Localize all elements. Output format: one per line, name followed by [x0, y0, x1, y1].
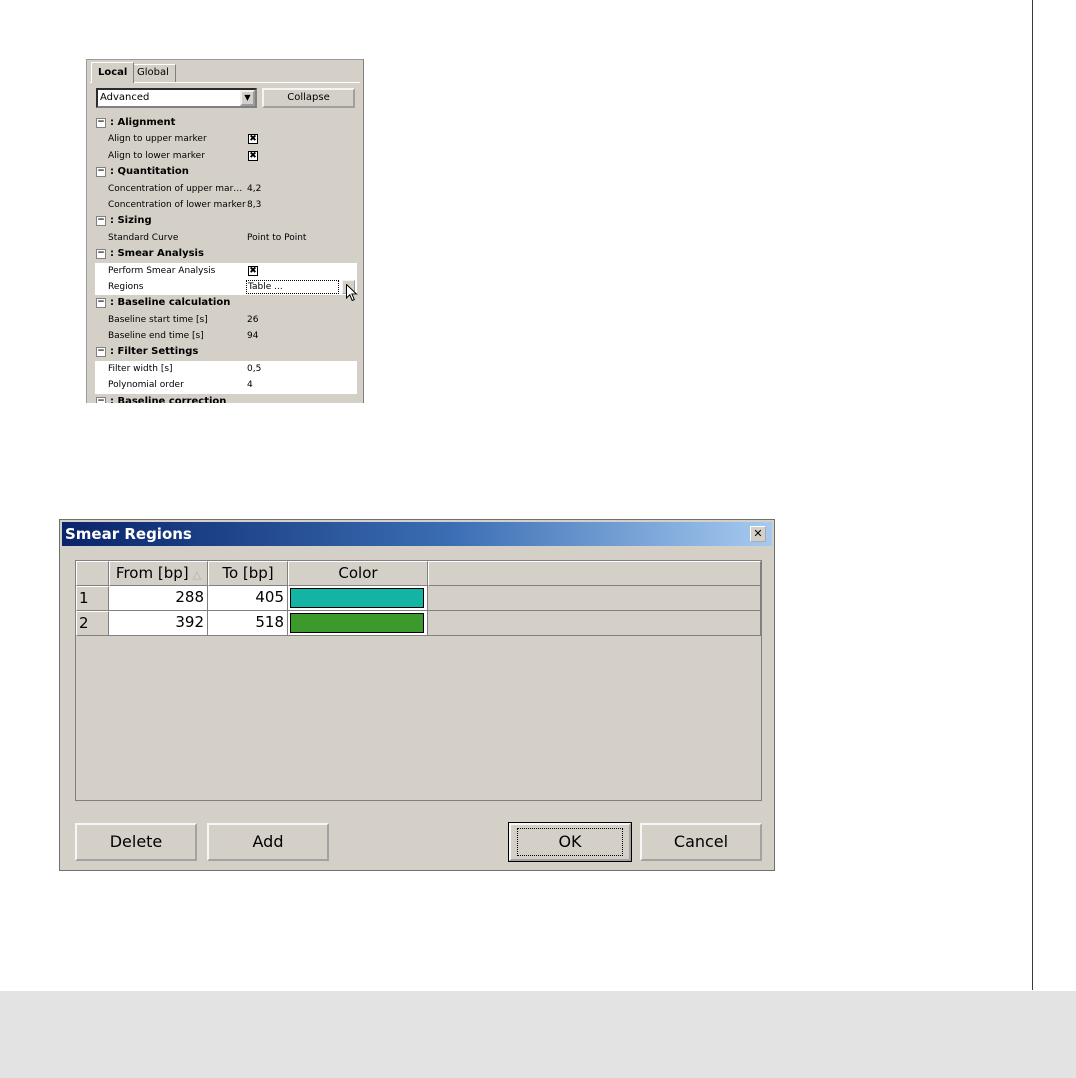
collapse-toggle-icon[interactable]: − [96, 249, 106, 260]
section-title: : Filter Settings [110, 346, 199, 358]
property-value[interactable]: 0,5 [247, 361, 261, 377]
column-header-color[interactable]: Color [288, 561, 428, 586]
mode-select-value: Advanced [100, 92, 150, 103]
section-filter-settings[interactable]: − : Filter Settings [95, 344, 357, 360]
from-cell[interactable]: 392 [109, 611, 208, 636]
page-footer-band [0, 991, 1076, 1078]
color-swatch[interactable] [290, 613, 424, 633]
section-sizing[interactable]: − : Sizing [95, 213, 357, 229]
regions-table: From [bp] △ To [bp] Color 1 288 405 2 392… [75, 560, 762, 801]
section-title: : Alignment [110, 117, 176, 128]
section-baseline-correction[interactable]: − : Baseline correction [95, 394, 357, 403]
smear-regions-dialog: Smear Regions ✕ From [bp] △ To [bp] Color… [59, 519, 775, 871]
property-row[interactable]: Concentration of upper marker 4,2 [95, 181, 357, 197]
column-header-to[interactable]: To [bp] [208, 561, 288, 586]
ok-button[interactable]: OK [508, 822, 632, 862]
column-header-from[interactable]: From [bp] △ [109, 561, 208, 586]
ok-button-label: OK [517, 828, 623, 856]
collapse-toggle-icon[interactable]: − [96, 347, 106, 358]
property-row[interactable]: Align to upper marker ✖ [95, 131, 357, 147]
to-cell[interactable]: 405 [208, 586, 288, 611]
column-header-label: From [bp] [115, 564, 189, 582]
tab-local[interactable]: Local [91, 62, 135, 83]
property-label: Concentration of lower marker [108, 199, 246, 210]
color-cell[interactable] [288, 586, 428, 611]
property-value[interactable]: 4,2 [247, 181, 261, 197]
perform-smear-checkbox[interactable]: ✖ [248, 265, 258, 276]
property-label: Align to lower marker [108, 150, 205, 161]
section-alignment[interactable]: − : Alignment [95, 115, 357, 131]
property-row[interactable]: Polynomial order 4 [95, 377, 357, 394]
dialog-title: Smear Regions [65, 525, 192, 543]
property-row[interactable]: Perform Smear Analysis ✖ [95, 262, 357, 279]
property-label: Polynomial order [108, 380, 184, 391]
property-value[interactable]: 4 [247, 377, 253, 393]
property-row[interactable]: Standard Curve Point to Point [95, 230, 357, 246]
row-filler [428, 586, 761, 611]
property-label: Filter width [s] [108, 363, 173, 374]
section-title: : Quantitation [110, 166, 189, 178]
dialog-titlebar[interactable]: Smear Regions ✕ [62, 522, 772, 546]
close-icon[interactable]: ✕ [750, 526, 766, 542]
page-divider-line [1032, 0, 1033, 990]
properties-panel: Local Global Advanced ▼ Collapse − : Ali… [86, 59, 364, 403]
collapse-toggle-icon[interactable]: − [96, 167, 106, 178]
property-row[interactable]: Baseline start time [s] 26 [95, 312, 357, 328]
property-row[interactable]: Filter width [s] 0,5 [95, 360, 357, 378]
collapse-toggle-icon[interactable]: − [96, 118, 106, 128]
sort-ascending-icon: △ [192, 568, 202, 581]
add-button[interactable]: Add [207, 823, 329, 861]
property-label: Standard Curve [108, 232, 179, 243]
property-value[interactable]: 8,3 [247, 197, 261, 213]
property-label: Align to upper marker [108, 134, 207, 145]
property-label: Perform Smear Analysis [108, 265, 216, 276]
section-baseline-calculation[interactable]: − : Baseline calculation [95, 295, 357, 311]
property-grid: − : Alignment Align to upper marker ✖ Al… [95, 115, 358, 403]
delete-button[interactable]: Delete [75, 823, 197, 861]
section-title: : Sizing [110, 215, 152, 227]
property-value[interactable]: 94 [247, 328, 258, 344]
table-corner-header [76, 561, 109, 586]
collapse-button[interactable]: Collapse [262, 88, 355, 108]
mouse-pointer-icon [346, 283, 358, 302]
regions-value-field[interactable]: Table ... [246, 279, 339, 294]
align-upper-checkbox[interactable]: ✖ [248, 134, 258, 145]
property-label: Concentration of upper marker [108, 183, 246, 194]
property-label: Baseline start time [s] [108, 314, 208, 325]
chevron-down-icon[interactable]: ▼ [240, 90, 255, 106]
mode-select[interactable]: Advanced ▼ [96, 88, 257, 108]
color-swatch[interactable] [290, 588, 424, 608]
to-cell[interactable]: 518 [208, 611, 288, 636]
collapse-toggle-icon[interactable]: − [96, 298, 106, 309]
tab-global[interactable]: Global [130, 64, 176, 82]
property-row[interactable]: Align to lower marker ✖ [95, 148, 357, 164]
property-row[interactable]: Baseline end time [s] 94 [95, 328, 357, 344]
property-value[interactable]: 26 [247, 312, 258, 328]
collapse-toggle-icon[interactable]: − [96, 396, 106, 403]
from-cell[interactable]: 288 [109, 586, 208, 611]
row-header[interactable]: 2 [76, 611, 109, 636]
cancel-button[interactable]: Cancel [640, 823, 762, 861]
column-header-filler [428, 561, 761, 586]
row-filler [428, 611, 761, 636]
row-header[interactable]: 1 [76, 586, 109, 611]
section-quantitation[interactable]: − : Quantitation [95, 164, 357, 180]
align-lower-checkbox[interactable]: ✖ [248, 150, 258, 161]
collapse-toggle-icon[interactable]: − [96, 216, 106, 227]
property-label: Regions [108, 281, 144, 292]
section-smear-analysis[interactable]: − : Smear Analysis [95, 246, 357, 262]
color-cell[interactable] [288, 611, 428, 636]
section-title: : Baseline correction [110, 395, 227, 403]
property-label: Baseline end time [s] [108, 331, 204, 342]
section-title: : Baseline calculation [110, 297, 231, 309]
property-row[interactable]: Regions Table ... [95, 278, 358, 302]
property-value[interactable]: Point to Point [247, 230, 306, 246]
property-row[interactable]: Concentration of lower marker 8,3 [95, 197, 357, 213]
section-title: : Smear Analysis [110, 248, 204, 260]
